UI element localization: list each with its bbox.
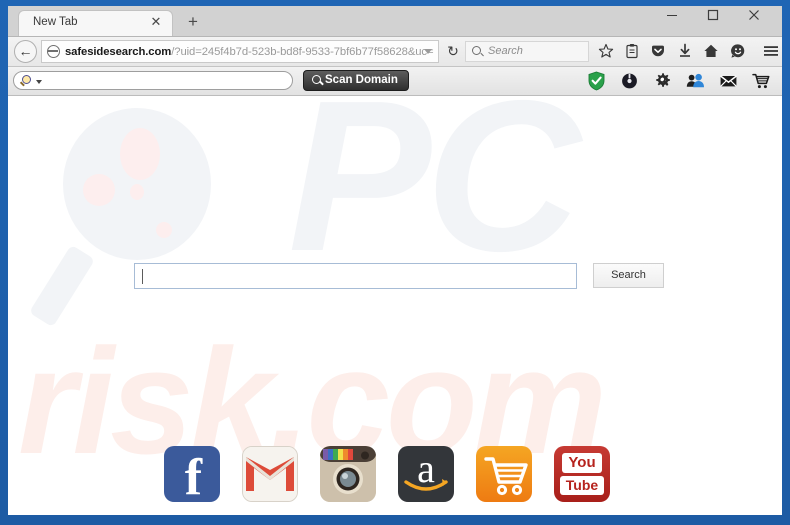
window-maximize-button[interactable] [699,9,727,31]
watermark-magnifier-handle [28,244,96,328]
shield-check-glyph [588,71,605,91]
main-search-button[interactable]: Search [593,263,664,288]
download-icon[interactable] [675,42,694,61]
download-arrow-glyph [679,43,690,57]
youtube-label-top: You [562,453,602,473]
mail-envelope-icon[interactable] [718,71,739,92]
watermark-dot [120,128,160,180]
search-icon [312,75,321,84]
addon-toolbar: Scan Domain [8,67,782,96]
menu-hamburger-icon[interactable] [761,42,780,61]
youtube-label-bottom: Tube [560,476,604,495]
scan-domain-label: Scan Domain [325,74,398,86]
disc-glyph [622,73,637,89]
smiley-glyph [730,44,744,58]
cart-glyph [752,73,770,89]
shopping-cart-icon [484,457,528,496]
browser-window: New Tab ✕ + ← safesidesearch.com/?uid=24… [0,0,790,525]
navigation-toolbar: ← safesidesearch.com/?uid=245f4b7d-523b-… [8,37,782,67]
address-bar[interactable]: safesidesearch.com/?uid=245f4b7d-523b-bd… [41,40,439,63]
scan-domain-button[interactable]: Scan Domain [303,70,409,91]
people-glyph [686,73,704,88]
window-close-button[interactable] [740,9,768,31]
url-path: /?uid=245f4b7d-523b-bd8f-9533-7bf6b77f58… [171,46,434,58]
home-glyph [703,44,718,57]
gmail-icon [243,447,297,501]
reload-button[interactable]: ↻ [445,43,461,59]
maximize-icon [707,9,719,21]
pocket-icon[interactable] [648,42,667,61]
address-bar-text: safesidesearch.com/?uid=245f4b7d-523b-bd… [65,45,434,60]
toolbar-search-placeholder: Search [488,45,523,57]
star-glyph [598,43,613,58]
url-host: safesidesearch.com [65,46,172,58]
chevron-down-icon[interactable] [424,49,432,54]
addon-search-input[interactable] [13,71,293,90]
tab-new-tab[interactable]: New Tab ✕ [18,10,173,36]
shortcut-instagram[interactable] [320,446,376,502]
green-shield-icon[interactable] [586,71,607,92]
reading-list-icon[interactable] [622,42,641,61]
close-icon [749,10,759,20]
window-minimize-button[interactable] [658,9,686,31]
search-icon [472,46,481,55]
shortcut-shopping[interactable] [476,446,532,502]
users-icon[interactable] [685,71,706,92]
watermark-text-primary: PC [288,96,581,296]
chevron-down-icon[interactable] [36,80,42,84]
shortcut-gmail[interactable] [242,446,298,502]
close-tab-icon[interactable]: ✕ [149,15,163,29]
magnifier-icon [22,75,31,84]
watermark-dot [156,222,172,238]
watermark-dot [83,174,115,206]
shortcut-icon-row: f a You Tube [158,446,638,508]
envelope-glyph [720,75,737,87]
browser-window-inner: New Tab ✕ + ← safesidesearch.com/?uid=24… [8,6,782,515]
shopping-cart-icon[interactable] [751,71,772,92]
facebook-icon: f [184,449,203,503]
feedback-smiley-icon[interactable] [728,42,747,61]
page-bottom-strip [8,508,782,515]
page-content: PC risk.com Search f a You Tube [8,96,782,515]
shortcut-amazon[interactable]: a [398,446,454,502]
bookmark-star-icon[interactable] [596,42,615,61]
dark-disc-icon[interactable] [619,71,640,92]
clipboard-glyph [625,44,638,59]
gear-glyph [656,73,670,87]
main-search-input[interactable] [134,263,577,289]
toolbar-search-input[interactable]: Search [465,41,589,62]
tab-title: New Tab [33,16,78,28]
tab-strip: New Tab ✕ + [8,6,782,37]
globe-icon [47,45,60,58]
back-button[interactable]: ← [14,40,37,63]
back-arrow-icon: ← [18,43,33,59]
text-cursor [142,269,143,284]
new-tab-button[interactable]: + [184,13,202,31]
main-search-row: Search [134,263,664,289]
hamburger-glyph [763,46,778,56]
instagram-icon [320,446,376,502]
watermark-dot [130,184,144,200]
shortcut-youtube[interactable]: You Tube [554,446,610,502]
minimize-icon [667,15,677,16]
home-icon[interactable] [701,42,720,61]
amazon-smile-icon [404,479,448,491]
watermark-magnifier-lens [63,108,211,260]
gear-search-icon[interactable] [652,71,673,92]
pocket-glyph [651,45,664,57]
shortcut-facebook[interactable]: f [164,446,220,502]
